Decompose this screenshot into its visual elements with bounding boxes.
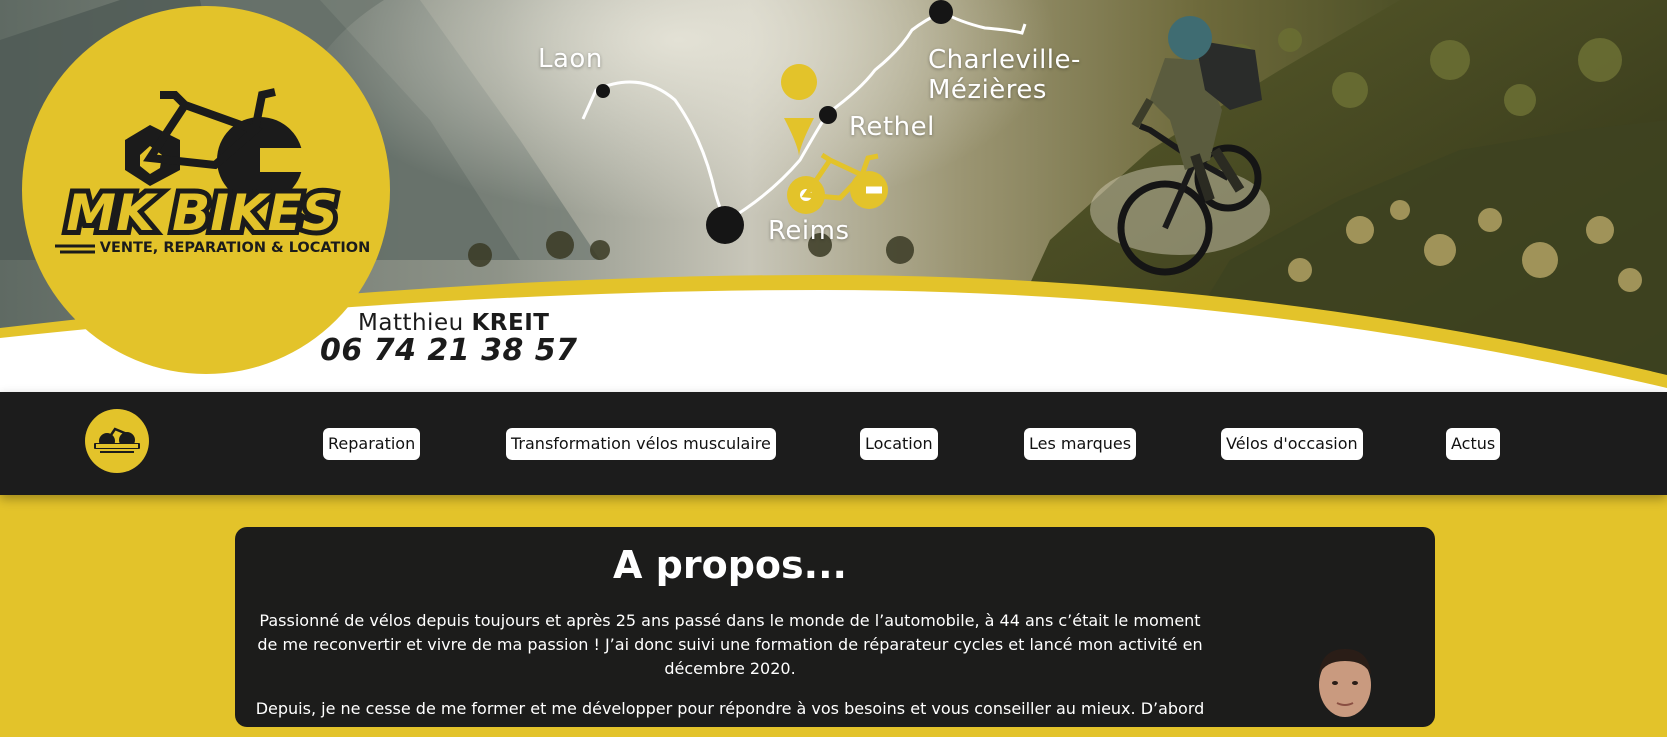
nav-item-occasion[interactable]: Vélos d'occasion <box>1221 428 1363 460</box>
hero-banner: Laon Charleville- Mézières Rethel Reims … <box>0 0 1667 392</box>
about-paragraph-2: Depuis, je ne cesse de me former et me d… <box>255 699 1205 718</box>
brand-tagline: VENTE, REPARATION & LOCATION <box>100 240 371 256</box>
phone-number-link[interactable]: 06 74 21 38 57 <box>320 333 578 368</box>
nav-item-transformation[interactable]: Transformation vélos musculaire <box>506 428 776 460</box>
about-section: A propos... Passionné de vélos depuis to… <box>235 527 1435 727</box>
brand-wordmark: MK BIKES <box>66 184 338 242</box>
nav-item-reparation[interactable]: Reparation <box>323 428 421 460</box>
about-paragraph-1: Passionné de vélos depuis toujours et ap… <box>257 611 1203 678</box>
nav-home-logo[interactable] <box>85 409 149 473</box>
nav-item-actus[interactable]: Actus <box>1446 428 1501 460</box>
nav-item-marques[interactable]: Les marques <box>1024 428 1137 460</box>
nav-item-location[interactable]: Location <box>860 428 938 460</box>
about-title: A propos... <box>613 543 847 587</box>
owner-portrait <box>1285 627 1405 737</box>
main-navigation: Reparation Transformation vélos musculai… <box>0 392 1667 495</box>
bike-logo-icon <box>94 427 140 453</box>
